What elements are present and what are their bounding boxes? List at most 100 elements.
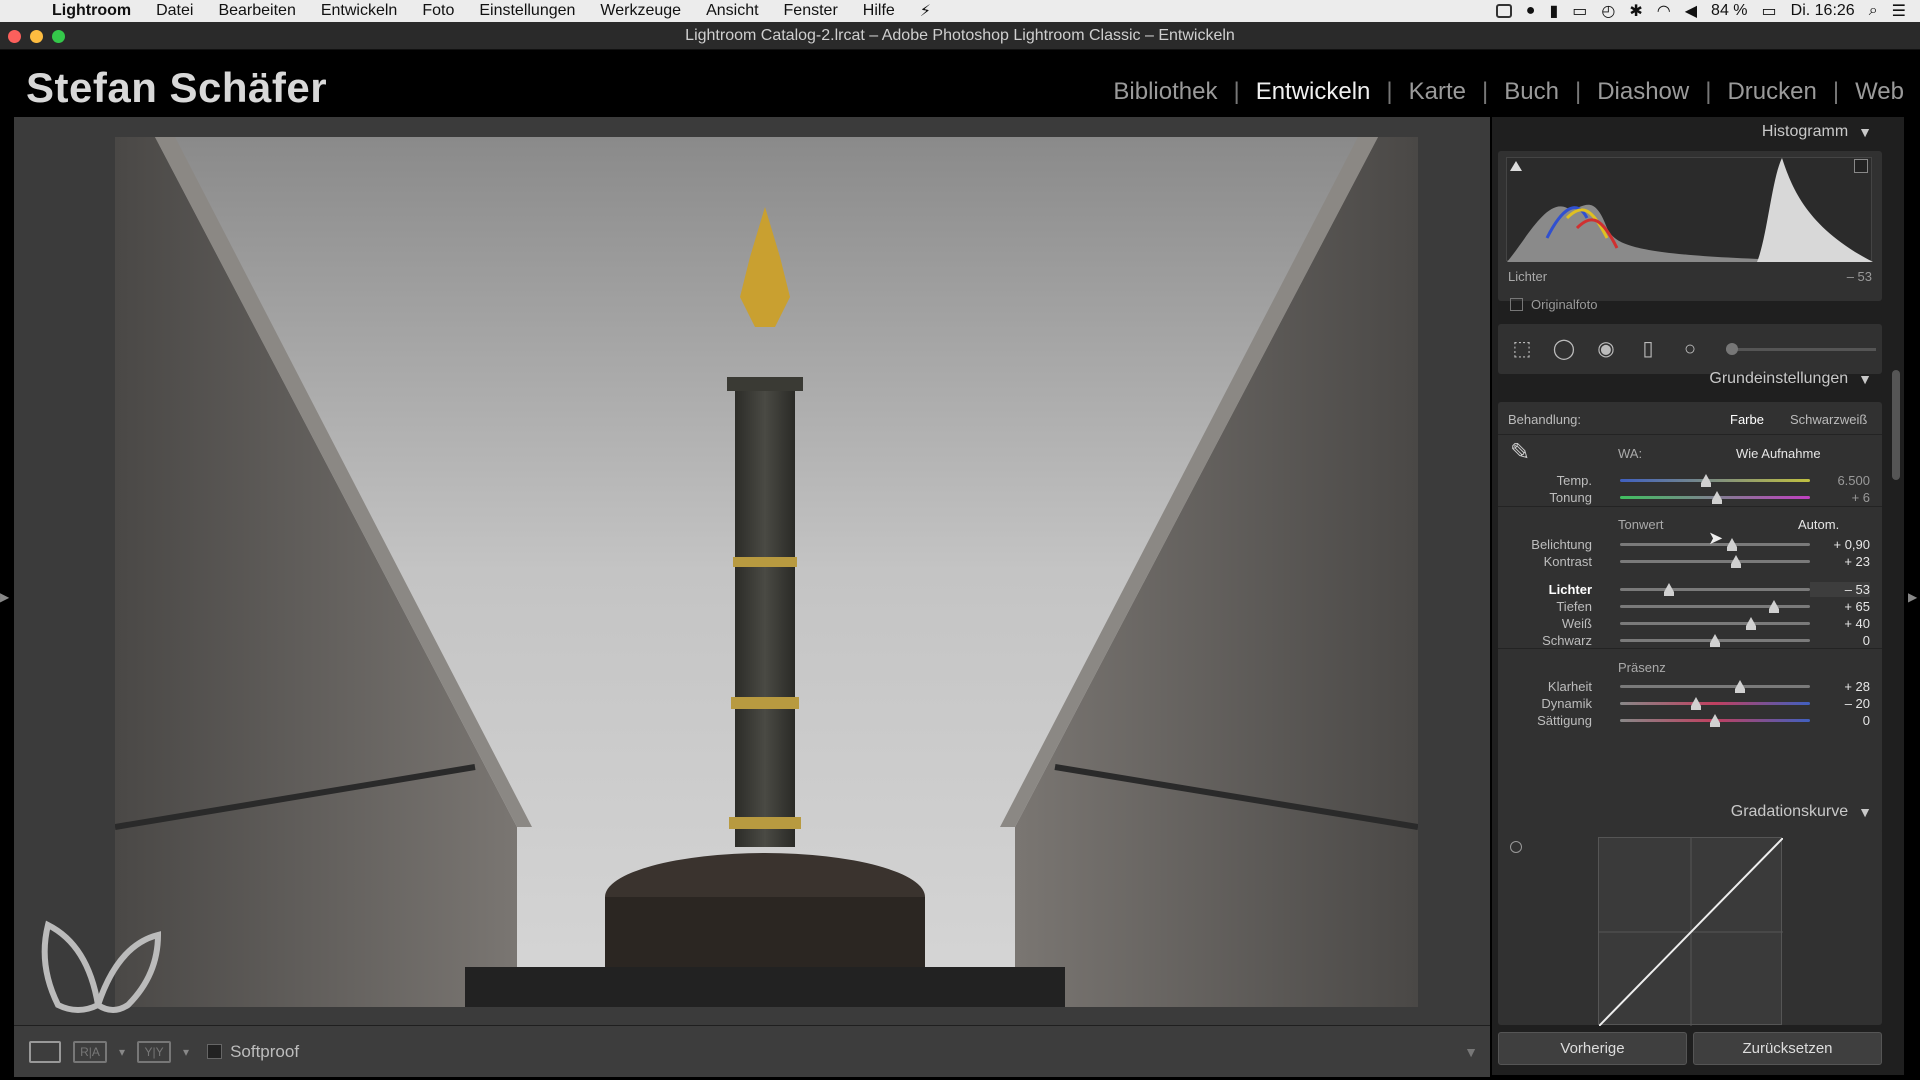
- slider-value[interactable]: + 23: [1810, 554, 1870, 569]
- slider-value[interactable]: 6.500: [1810, 473, 1870, 488]
- slider-knob[interactable]: [1746, 616, 1757, 630]
- histogram-header[interactable]: Histogramm ▼: [1498, 119, 1882, 145]
- chevron-down-icon[interactable]: ▾: [183, 1045, 189, 1059]
- slider-temp[interactable]: Temp. 6.500: [1498, 472, 1882, 488]
- collapse-triangle-icon[interactable]: ▼: [1858, 804, 1872, 820]
- status-icon[interactable]: [1495, 4, 1512, 18]
- original-photo-toggle[interactable]: Originalfoto: [1510, 297, 1597, 312]
- module-entwickeln[interactable]: Entwickeln: [1240, 78, 1387, 106]
- slider-dynamik[interactable]: Dynamik – 20: [1498, 695, 1882, 711]
- right-panel-toggle-icon[interactable]: ▶: [1908, 590, 1917, 604]
- menu-einstellungen[interactable]: Einstellungen: [479, 2, 575, 20]
- panel-scrollbar[interactable]: [1892, 370, 1900, 480]
- timemachine-icon[interactable]: ◴: [1601, 1, 1615, 21]
- menu-entwickeln[interactable]: Entwickeln: [321, 2, 397, 20]
- slider-value[interactable]: + 0,90: [1810, 537, 1870, 552]
- slider-track[interactable]: [1620, 713, 1810, 727]
- treatment-color-button[interactable]: Farbe: [1730, 412, 1764, 427]
- before-after-yy-button[interactable]: Y|Y: [137, 1040, 172, 1063]
- slider-track[interactable]: [1620, 554, 1810, 568]
- slider-value[interactable]: + 28: [1810, 679, 1870, 694]
- record-icon[interactable]: ●: [1526, 2, 1536, 20]
- slider-knob[interactable]: [1691, 696, 1701, 710]
- slider-knob[interactable]: [1664, 582, 1675, 596]
- module-web[interactable]: Web: [1839, 78, 1920, 106]
- loupe-view-button[interactable]: [29, 1040, 61, 1063]
- graduated-filter-icon[interactable]: ▯: [1636, 338, 1660, 360]
- module-diashow[interactable]: Diashow: [1581, 78, 1705, 106]
- slider-knob[interactable]: [1727, 537, 1738, 551]
- slider-knob[interactable]: [1710, 633, 1720, 647]
- slider-klarheit[interactable]: Klarheit + 28: [1498, 678, 1882, 694]
- bookmark-icon[interactable]: ▮: [1549, 1, 1558, 21]
- slider-value[interactable]: + 40: [1810, 616, 1870, 631]
- menu-hilfe[interactable]: Hilfe: [863, 2, 895, 20]
- menu-app[interactable]: Lightroom: [52, 2, 131, 20]
- treatment-bw-button[interactable]: Schwarzweiß: [1790, 412, 1867, 427]
- radial-filter-icon[interactable]: ○: [1678, 338, 1702, 360]
- slider-track[interactable]: [1620, 490, 1810, 504]
- notification-icon[interactable]: ☰: [1892, 1, 1906, 21]
- tone-curve-header[interactable]: Gradationskurve ▼: [1498, 799, 1882, 825]
- menu-bearbeiten[interactable]: Bearbeiten: [218, 2, 295, 20]
- slider-value[interactable]: 0: [1810, 633, 1870, 648]
- slider-sättigung[interactable]: Sättigung 0: [1498, 712, 1882, 728]
- menu-ansicht[interactable]: Ansicht: [706, 2, 758, 20]
- spotlight-icon[interactable]: ⌕: [1869, 2, 1878, 20]
- wifi-icon[interactable]: ◠: [1657, 1, 1671, 21]
- menu-foto[interactable]: Foto: [422, 2, 454, 20]
- module-drucken[interactable]: Drucken: [1711, 78, 1832, 106]
- before-after-button[interactable]: R|A: [73, 1040, 107, 1063]
- slider-knob[interactable]: [1734, 679, 1745, 693]
- slider-value[interactable]: + 65: [1810, 599, 1870, 614]
- highlight-clipping-icon[interactable]: [1854, 159, 1868, 173]
- slider-value[interactable]: 0: [1810, 713, 1870, 728]
- slider-schwarz[interactable]: Schwarz 0: [1498, 632, 1882, 648]
- slider-track[interactable]: [1620, 696, 1810, 710]
- slider-knob[interactable]: [1711, 490, 1722, 504]
- clock[interactable]: Di. 16:26: [1791, 2, 1855, 20]
- slider-track[interactable]: [1620, 616, 1810, 630]
- lightning-icon[interactable]: ⚡: [920, 1, 931, 21]
- brush-slider[interactable]: [1726, 342, 1876, 355]
- target-adjust-icon[interactable]: [1510, 841, 1522, 853]
- slider-knob[interactable]: [1730, 554, 1741, 568]
- toolbar-menu-icon[interactable]: ▼: [1464, 1044, 1478, 1060]
- curve-graph[interactable]: [1598, 837, 1784, 1027]
- collapse-triangle-icon[interactable]: ▼: [1858, 371, 1872, 387]
- slider-value[interactable]: – 20: [1810, 696, 1870, 711]
- slider-track[interactable]: [1620, 679, 1810, 693]
- volume-icon[interactable]: ◀: [1685, 1, 1697, 21]
- slider-belichtung[interactable]: Belichtung + 0,90: [1498, 536, 1882, 552]
- battery-icon[interactable]: ▭: [1762, 1, 1777, 21]
- slider-tiefen[interactable]: Tiefen + 65: [1498, 598, 1882, 614]
- original-photo-checkbox[interactable]: [1510, 298, 1523, 311]
- crop-icon[interactable]: ⬚: [1510, 338, 1534, 360]
- collapse-triangle-icon[interactable]: ▼: [1858, 124, 1872, 140]
- shadow-clipping-icon[interactable]: [1510, 161, 1522, 171]
- eyedropper-icon[interactable]: ✎: [1510, 438, 1540, 470]
- menu-datei[interactable]: Datei: [156, 2, 193, 20]
- slider-kontrast[interactable]: Kontrast + 23: [1498, 553, 1882, 569]
- slider-track[interactable]: [1620, 633, 1810, 647]
- slider-tonung[interactable]: Tonung + 6: [1498, 489, 1882, 505]
- photo-image[interactable]: [115, 137, 1418, 1007]
- softproof-checkbox[interactable]: [207, 1044, 223, 1059]
- slider-weiß[interactable]: Weiß + 40: [1498, 615, 1882, 631]
- chevron-down-icon[interactable]: ▾: [119, 1045, 125, 1059]
- module-buch[interactable]: Buch: [1488, 78, 1575, 106]
- wb-select[interactable]: Wie Aufnahme: [1736, 446, 1821, 461]
- zoom-button[interactable]: [52, 30, 65, 43]
- slider-lichter[interactable]: Lichter – 53: [1498, 581, 1882, 597]
- slider-track[interactable]: [1620, 473, 1810, 487]
- auto-tone-button[interactable]: Autom.: [1798, 517, 1839, 532]
- slider-value[interactable]: – 53: [1810, 581, 1870, 597]
- slider-track[interactable]: [1620, 582, 1810, 596]
- bluetooth-icon[interactable]: ✱: [1629, 1, 1642, 21]
- menu-fenster[interactable]: Fenster: [784, 2, 838, 20]
- menu-werkzeuge[interactable]: Werkzeuge: [600, 2, 681, 20]
- battery-percent[interactable]: 84 %: [1711, 2, 1747, 20]
- previous-button[interactable]: Vorherige: [1498, 1032, 1687, 1065]
- left-panel-toggle-icon[interactable]: ▶: [0, 590, 9, 604]
- close-button[interactable]: [8, 30, 21, 43]
